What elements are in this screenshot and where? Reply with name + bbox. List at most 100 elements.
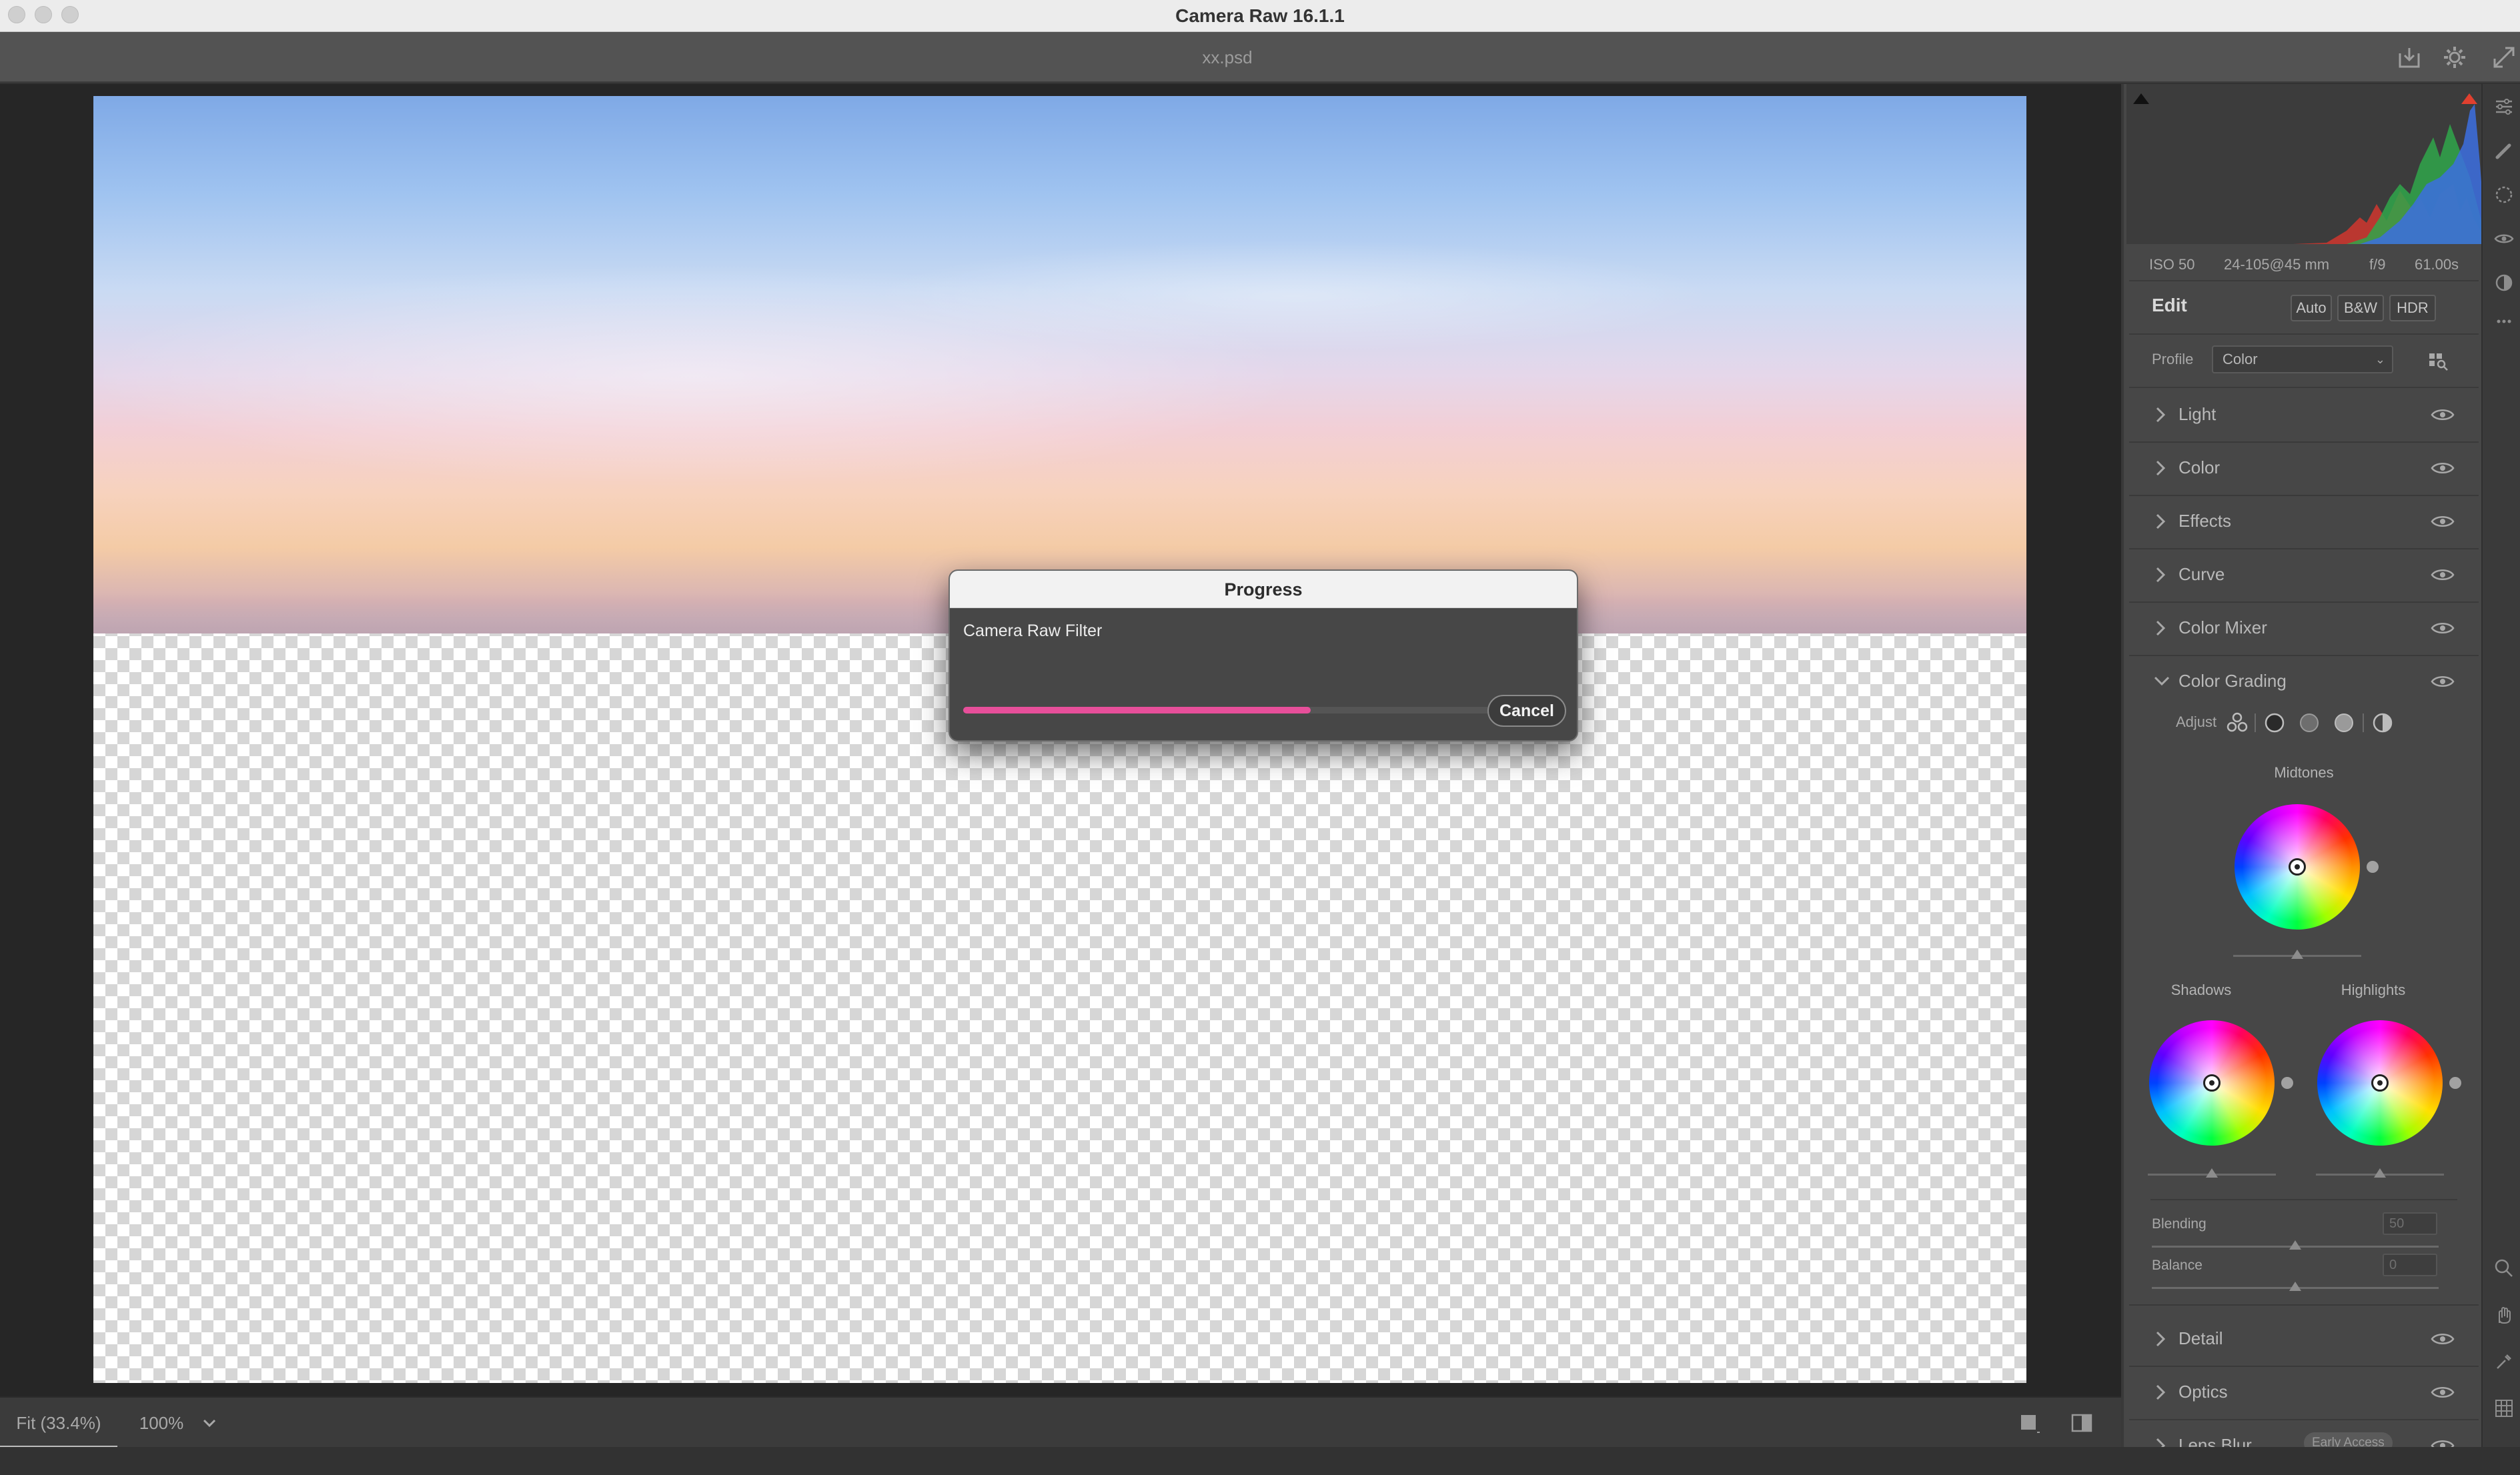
highlights-wheel-handle[interactable] [2371,1074,2389,1092]
shadow-clipping-icon[interactable] [2132,91,2150,105]
histogram [2126,84,2481,244]
exif-row: ISO 50 24-105@45 mm f/9 61.00s [2124,249,2481,279]
section-detail[interactable]: Detail [2124,1312,2481,1366]
highlights-saturation-knob[interactable] [2449,1077,2461,1089]
eye-icon[interactable] [2431,460,2455,476]
exif-lens: 24-105@45 mm [2224,256,2330,273]
midtones-wheel-handle[interactable] [2289,858,2306,876]
tool-strip [2481,84,2520,1447]
section-curve[interactable]: Curve [2124,548,2481,601]
highlights-luminance-thumb[interactable] [2374,1168,2386,1178]
progress-bar-fill [963,707,1311,713]
chevron-right-icon [2156,1438,2166,1447]
exif-iso: ISO 50 [2149,256,2195,273]
app-title: Camera Raw 16.1.1 [1175,5,1345,26]
eyedropper-icon[interactable] [2493,1351,2515,1372]
divider [2129,333,2479,335]
hand-icon[interactable] [2493,1304,2515,1326]
eye-icon[interactable] [2431,567,2455,583]
masking-icon[interactable] [2493,184,2515,205]
color-grading-adjust-row: Adjust [2124,704,2481,742]
auto-button[interactable]: Auto [2291,295,2332,321]
cancel-button[interactable]: Cancel [1487,695,1566,727]
section-optics[interactable]: Optics [2124,1366,2481,1419]
edit-panel: ISO 50 24-105@45 mm f/9 61.00s Edit Auto… [2121,84,2481,1447]
midtones-saturation-knob[interactable] [2367,861,2379,873]
highlights-wheel-icon[interactable] [2332,711,2356,735]
before-after-icon[interactable] [2070,1412,2093,1434]
adjust-label: Adjust [2176,713,2217,730]
section-color-label: Color [2178,457,2221,477]
shadows-wheel-icon[interactable] [2263,711,2287,735]
expand-icon[interactable] [2489,43,2519,72]
eye-icon[interactable] [2431,620,2455,636]
gear-icon[interactable] [2440,43,2469,72]
eye-icon[interactable] [2431,673,2455,689]
chevron-right-icon [2156,1384,2166,1400]
early-access-badge: Early Access [2304,1432,2393,1447]
section-color-grading-label: Color Grading [2178,671,2287,691]
sliders-icon[interactable] [2493,96,2515,117]
eye-icon[interactable] [2431,1384,2455,1400]
chevron-right-icon [2156,513,2166,529]
zoom-icon[interactable] [2493,1258,2515,1279]
three-way-icon[interactable] [2225,711,2249,735]
dialog-titlebar: Progress [950,571,1577,608]
hdr-button[interactable]: HDR [2389,295,2436,321]
section-color-mixer[interactable]: Color Mixer [2124,601,2481,655]
chevron-right-icon [2156,620,2166,636]
progress-bar [963,707,1490,713]
midtones-luminance-thumb[interactable] [2291,950,2303,959]
chevron-down-icon [2154,676,2169,686]
chevron-down-icon[interactable] [200,1411,219,1435]
eye-icon[interactable] [2431,1331,2455,1347]
profile-value: Color [2223,351,2258,367]
bw-button[interactable]: B&W [2337,295,2384,321]
eye-icon[interactable] [2431,1438,2455,1447]
section-color-grading[interactable]: Color Grading [2124,655,2481,708]
section-color[interactable]: Color [2124,441,2481,495]
divider [2150,1199,2457,1200]
red-eye-icon[interactable] [2493,228,2515,249]
eye-icon[interactable] [2431,513,2455,529]
fit-zoom-button[interactable]: Fit (33.4%) [0,1398,117,1448]
zoom-100-button[interactable]: 100% [124,1398,199,1448]
edit-title: Edit [2152,295,2187,315]
grid-icon[interactable] [2493,1398,2515,1419]
blending-thumb[interactable] [2289,1240,2301,1250]
separator [2363,713,2364,732]
blending-label: Blending [2152,1216,2207,1232]
dialog-title: Progress [1224,579,1303,599]
blending-value[interactable]: 50 [2383,1212,2437,1235]
shadows-luminance-thumb[interactable] [2206,1168,2218,1178]
midtones-label: Midtones [2274,764,2334,781]
presets-icon[interactable] [2493,272,2515,293]
status-bar: Fit (33.4%) 100% [0,1396,2121,1448]
section-light-label: Light [2178,404,2217,424]
highlights-label: Highlights [2341,982,2406,998]
single-view-icon[interactable] [2018,1412,2041,1434]
profile-select[interactable]: Color ⌄ [2212,345,2393,373]
midtones-wheel-icon[interactable] [2297,711,2321,735]
chevron-right-icon [2156,407,2166,423]
document-title: xx.psd [1202,47,1253,67]
more-icon[interactable] [2493,311,2515,332]
separator [2255,713,2256,732]
healing-icon[interactable] [2493,140,2515,161]
section-effects[interactable]: Effects [2124,495,2481,548]
highlight-clipping-icon[interactable] [2460,91,2479,105]
profile-browser-icon[interactable] [2427,348,2451,372]
shadows-saturation-knob[interactable] [2281,1077,2293,1089]
section-light[interactable]: Light [2124,388,2481,441]
eye-icon[interactable] [2431,407,2455,423]
profile-row: Profile Color ⌄ [2124,336,2481,384]
balance-value[interactable]: 0 [2383,1254,2437,1276]
section-color-mixer-label: Color Mixer [2178,617,2267,637]
section-lens-blur[interactable]: Lens Blur Early Access [2124,1419,2481,1447]
section-lens-blur-label: Lens Blur [2178,1435,2252,1447]
shadows-wheel-handle[interactable] [2203,1074,2221,1092]
download-icon[interactable] [2395,43,2424,72]
section-optics-label: Optics [2178,1382,2228,1402]
global-wheel-icon[interactable] [2371,711,2395,735]
balance-thumb[interactable] [2289,1282,2301,1291]
